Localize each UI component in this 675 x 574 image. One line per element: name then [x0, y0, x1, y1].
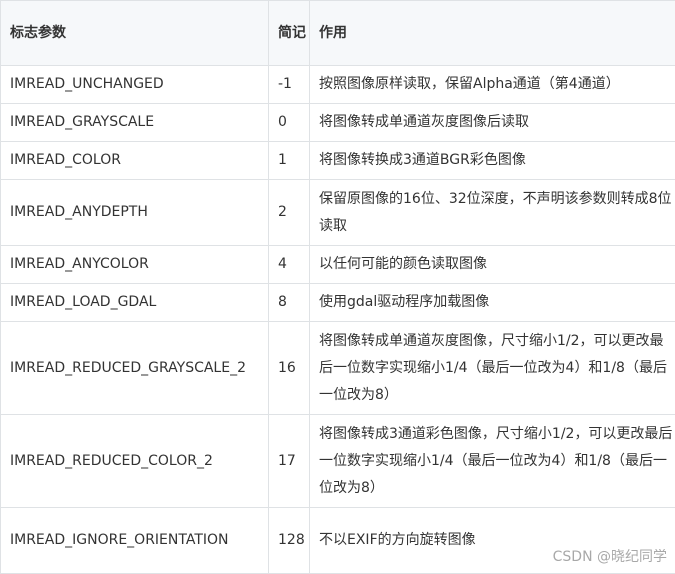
cell-value: 8 — [269, 284, 310, 322]
cell-desc: 将图像转成单通道灰度图像，尺寸缩小1/2，可以更改最后一位数字实现缩小1/4（最… — [310, 322, 675, 415]
cell-value: 2 — [269, 180, 310, 246]
cell-value: 16 — [269, 322, 310, 415]
header-flag: 标志参数 — [1, 1, 269, 66]
cell-desc: 按照图像原样读取，保留Alpha通道（第4通道） — [310, 66, 675, 104]
table-row: IMREAD_ANYCOLOR 4 以任何可能的颜色读取图像 — [1, 246, 675, 284]
header-abbrev: 简记 — [269, 1, 310, 66]
table-row: IMREAD_REDUCED_COLOR_2 17 将图像转成3通道彩色图像，尺… — [1, 415, 675, 508]
table-row: IMREAD_REDUCED_GRAYSCALE_2 16 将图像转成单通道灰度… — [1, 322, 675, 415]
cell-desc: 保留原图像的16位、32位深度，不声明该参数则转成8位读取 — [310, 180, 675, 246]
cell-value: -1 — [269, 66, 310, 104]
table-row: IMREAD_ANYDEPTH 2 保留原图像的16位、32位深度，不声明该参数… — [1, 180, 675, 246]
cell-value: 17 — [269, 415, 310, 508]
cell-flag: IMREAD_IGNORE_ORIENTATION — [1, 508, 269, 574]
table-row: IMREAD_GRAYSCALE 0 将图像转成单通道灰度图像后读取 — [1, 104, 675, 142]
cell-desc: 将图像转成3通道彩色图像，尺寸缩小1/2，可以更改最后一位数字实现缩小1/4（最… — [310, 415, 675, 508]
table-header-row: 标志参数 简记 作用 — [1, 1, 675, 66]
flags-table: 标志参数 简记 作用 IMREAD_UNCHANGED -1 按照图像原样读取，… — [0, 0, 675, 574]
cell-flag: IMREAD_UNCHANGED — [1, 66, 269, 104]
cell-value: 0 — [269, 104, 310, 142]
cell-flag: IMREAD_GRAYSCALE — [1, 104, 269, 142]
cell-desc: 将图像转换成3通道BGR彩色图像 — [310, 142, 675, 180]
cell-desc: 以任何可能的颜色读取图像 — [310, 246, 675, 284]
cell-flag: IMREAD_COLOR — [1, 142, 269, 180]
cell-flag: IMREAD_REDUCED_COLOR_2 — [1, 415, 269, 508]
cell-desc: 使用gdal驱动程序加载图像 — [310, 284, 675, 322]
header-purpose: 作用 — [310, 1, 675, 66]
table-row: IMREAD_COLOR 1 将图像转换成3通道BGR彩色图像 — [1, 142, 675, 180]
table-row: IMREAD_UNCHANGED -1 按照图像原样读取，保留Alpha通道（第… — [1, 66, 675, 104]
cell-value: 128 — [269, 508, 310, 574]
cell-desc: 不以EXIF的方向旋转图像 — [310, 508, 675, 574]
table-row: IMREAD_LOAD_GDAL 8 使用gdal驱动程序加载图像 — [1, 284, 675, 322]
cell-flag: IMREAD_REDUCED_GRAYSCALE_2 — [1, 322, 269, 415]
cell-value: 1 — [269, 142, 310, 180]
cell-desc: 将图像转成单通道灰度图像后读取 — [310, 104, 675, 142]
cell-flag: IMREAD_LOAD_GDAL — [1, 284, 269, 322]
cell-flag: IMREAD_ANYCOLOR — [1, 246, 269, 284]
table-row: IMREAD_IGNORE_ORIENTATION 128 不以EXIF的方向旋… — [1, 508, 675, 574]
cell-flag: IMREAD_ANYDEPTH — [1, 180, 269, 246]
cell-value: 4 — [269, 246, 310, 284]
